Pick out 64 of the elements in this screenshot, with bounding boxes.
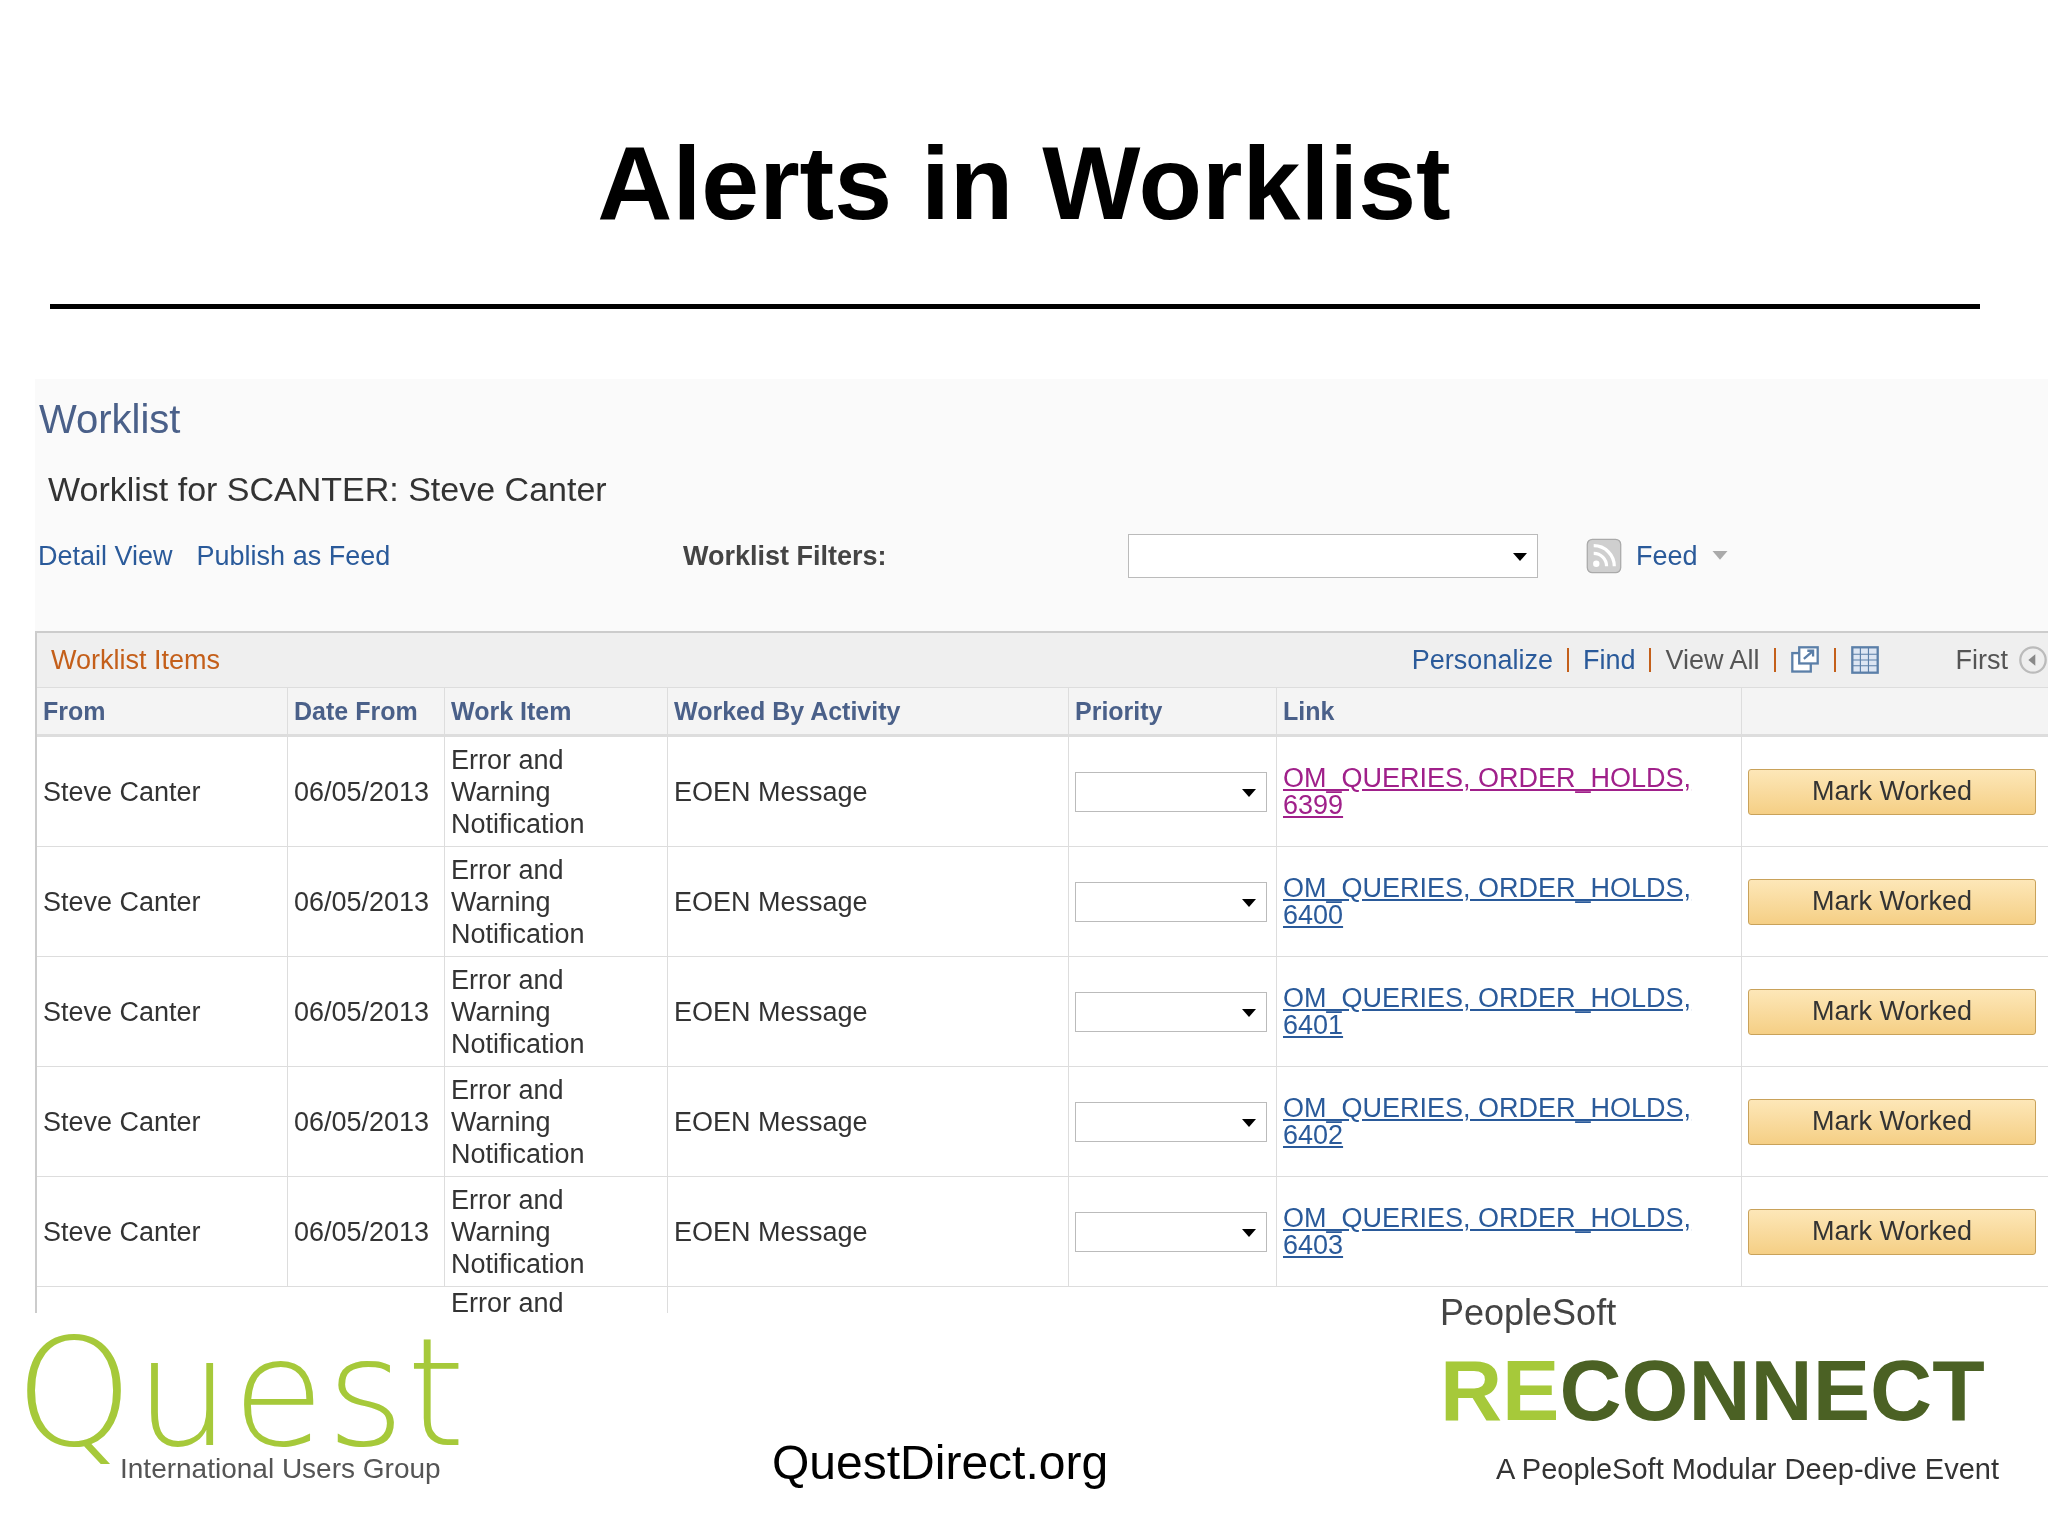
table-cell: 06/05/2013 bbox=[294, 775, 430, 808]
item-link[interactable]: OM_QUERIES, ORDER_HOLDS, 6403 bbox=[1283, 1204, 1735, 1259]
website-url: QuestDirect.org bbox=[772, 1435, 1109, 1490]
item-link[interactable]: OM_QUERIES, ORDER_HOLDS, 6401 bbox=[1283, 984, 1735, 1039]
priority-dropdown[interactable] bbox=[1075, 1211, 1267, 1252]
table-cell: Steve Canter bbox=[43, 1105, 201, 1138]
table-cell: 06/05/2013 bbox=[294, 1105, 430, 1138]
grid-title: Worklist Items bbox=[50, 644, 220, 676]
logo-tagline: A PeopleSoft Modular Deep-dive Event bbox=[1496, 1453, 1999, 1486]
logo-caption: PeopleSoft bbox=[1440, 1295, 1618, 1331]
rss-icon[interactable] bbox=[1586, 538, 1622, 574]
table-cell: Error and bbox=[451, 1287, 564, 1313]
page-link[interactable]: Publish as Feed bbox=[196, 540, 391, 572]
filters-dropdown[interactable] bbox=[1128, 534, 1538, 578]
page-link[interactable]: Detail View bbox=[38, 540, 173, 572]
mark-worked-button[interactable]: Mark Worked bbox=[1748, 768, 2036, 815]
mark-worked-button[interactable]: Mark Worked bbox=[1748, 1098, 2036, 1145]
priority-dropdown[interactable] bbox=[1075, 991, 1267, 1032]
table-cell: Steve Canter bbox=[43, 995, 201, 1028]
table-cell: 06/05/2013 bbox=[294, 885, 430, 918]
toolbar-link[interactable]: Find bbox=[1582, 644, 1636, 676]
reconnect-logo: RECONNECT bbox=[1440, 1341, 1986, 1440]
page-title: Worklist bbox=[38, 396, 182, 439]
priority-dropdown[interactable] bbox=[1075, 1101, 1267, 1142]
toolbar-link[interactable]: Personalize bbox=[1411, 644, 1553, 676]
priority-dropdown[interactable] bbox=[1075, 771, 1267, 812]
previous-icon[interactable] bbox=[2018, 645, 2048, 675]
table-cell: Steve Canter bbox=[43, 885, 201, 918]
item-link[interactable]: OM_QUERIES, ORDER_HOLDS, 6400 bbox=[1283, 874, 1735, 929]
caret-icon[interactable] bbox=[1711, 551, 1728, 561]
feed-link[interactable]: Feed bbox=[1636, 540, 1698, 572]
priority-dropdown[interactable] bbox=[1075, 881, 1267, 922]
page-subtitle: Worklist for SCANTER: Steve Canter bbox=[47, 469, 608, 509]
table-cell-text: Error and Warning Notification bbox=[451, 1183, 586, 1280]
table-cell-text: Error and Warning Notification bbox=[451, 963, 586, 1060]
spreadsheet-icon[interactable] bbox=[1849, 645, 1880, 675]
table-cell: Steve Canter bbox=[43, 1215, 201, 1248]
first-label: First bbox=[1955, 644, 2008, 676]
column-header: Work Item bbox=[445, 688, 668, 734]
mark-worked-button[interactable]: Mark Worked bbox=[1748, 878, 2036, 925]
table-cell: EOEN Message bbox=[674, 885, 868, 918]
slide-title: Alerts in Worklist bbox=[596, 124, 1452, 243]
table-cell: 06/05/2013 bbox=[294, 995, 430, 1028]
table-cell: EOEN Message bbox=[674, 1215, 868, 1248]
column-header: Date From bbox=[288, 688, 445, 734]
column-header: Link bbox=[1277, 688, 1742, 734]
item-link[interactable]: OM_QUERIES, ORDER_HOLDS, 6402 bbox=[1283, 1094, 1735, 1149]
column-header: Priority bbox=[1069, 688, 1277, 734]
view-all-text: View All bbox=[1665, 644, 1760, 676]
table-cell: Steve Canter bbox=[43, 775, 201, 808]
column-header: From bbox=[37, 688, 288, 734]
table-cell-text: Error and Warning Notification bbox=[451, 853, 586, 950]
column-header: Worked By Activity bbox=[668, 688, 1069, 734]
table-cell: 06/05/2013 bbox=[294, 1215, 430, 1248]
mark-worked-button[interactable]: Mark Worked bbox=[1748, 988, 2036, 1035]
table-cell-text: Error and Warning Notification bbox=[451, 743, 586, 840]
new-window-icon[interactable] bbox=[1789, 645, 1820, 675]
mark-worked-button[interactable]: Mark Worked bbox=[1748, 1208, 2036, 1255]
table-cell: EOEN Message bbox=[674, 1105, 868, 1138]
table-cell: EOEN Message bbox=[674, 775, 868, 808]
item-link[interactable]: OM_QUERIES, ORDER_HOLDS, 6399 bbox=[1283, 764, 1735, 819]
table-cell-text: Error and Warning Notification bbox=[451, 1073, 586, 1170]
filters-label: Worklist Filters: bbox=[683, 540, 888, 572]
table-cell: EOEN Message bbox=[674, 995, 868, 1028]
